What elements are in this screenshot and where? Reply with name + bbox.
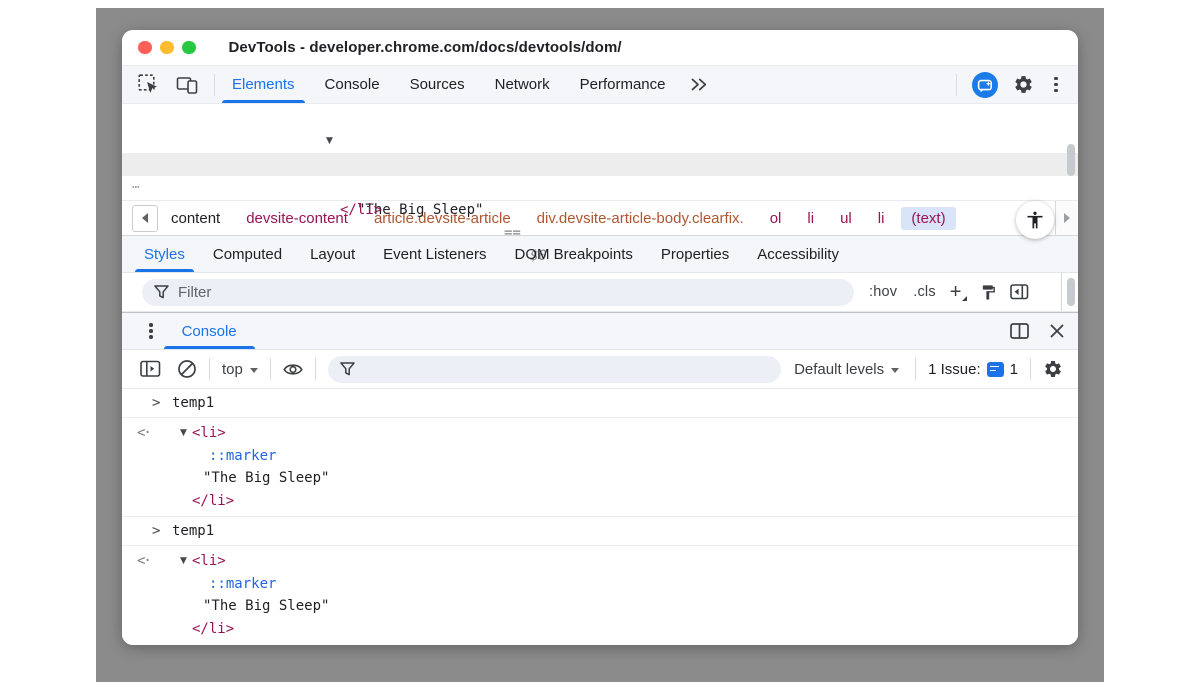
- title-bar: DevTools - developer.chrome.com/docs/dev…: [122, 30, 1078, 66]
- selected-text-node-row[interactable]: ⋯ "The Big Sleep" == $0: [122, 153, 1078, 176]
- styles-filter-input[interactable]: Filter: [142, 279, 854, 306]
- expand-arrow-icon[interactable]: ▼: [180, 550, 187, 573]
- breadcrumb-forward-button[interactable]: [1055, 201, 1078, 235]
- styles-filter-bar: Filter :hov .cls +: [122, 273, 1078, 312]
- minimize-window-button[interactable]: [160, 41, 174, 55]
- close-window-button[interactable]: [138, 41, 152, 55]
- computed-sidebar-toggle-icon[interactable]: [1010, 284, 1029, 300]
- tab-properties[interactable]: Properties: [647, 236, 743, 272]
- tab-network[interactable]: Network: [480, 66, 565, 103]
- tab-elements[interactable]: Elements: [217, 66, 310, 103]
- chevron-down-icon: [891, 368, 899, 373]
- breadcrumb-item-selected[interactable]: (text): [901, 207, 955, 230]
- breadcrumb: content devsite-content article.devsite-…: [122, 200, 1078, 235]
- javascript-context-dropdown[interactable]: top: [222, 361, 258, 378]
- main-menu-kebab-icon[interactable]: [1049, 73, 1063, 97]
- gray-backdrop: DevTools - developer.chrome.com/docs/dev…: [96, 8, 1104, 682]
- funnel-filter-icon: [340, 362, 355, 376]
- chevron-down-icon: [250, 368, 258, 373]
- console-toolbar: top Default levels: [122, 350, 1078, 389]
- toolbar-divider: [214, 74, 215, 96]
- more-tabs-icon[interactable]: [681, 66, 717, 103]
- close-drawer-icon[interactable]: [1050, 324, 1064, 338]
- toolbar-divider: [315, 358, 316, 380]
- console-output: > temp1 <· ▼ <li> ::marker "The Big Slee…: [122, 389, 1078, 645]
- console-input-message: > temp1: [122, 517, 1078, 546]
- page-background: DevTools - developer.chrome.com/docs/dev…: [0, 0, 1200, 690]
- breadcrumb-item[interactable]: div.devsite-article-body.clearfix.: [524, 210, 757, 227]
- zoom-window-button[interactable]: [182, 41, 196, 55]
- toolbar-divider: [209, 358, 210, 380]
- issue-message-icon: [987, 362, 1004, 377]
- input-chevron: >: [152, 517, 160, 546]
- scrollbar-gutter-divider: [1061, 273, 1062, 311]
- tab-accessibility[interactable]: Accessibility: [743, 236, 853, 272]
- devtools-window: DevTools - developer.chrome.com/docs/dev…: [122, 30, 1078, 645]
- main-toolbar: Elements Console Sources Network Perform…: [122, 66, 1078, 104]
- console-settings-gear-icon[interactable]: [1043, 359, 1063, 379]
- styles-pane-tabs: Styles Computed Layout Event Listeners D…: [122, 235, 1078, 273]
- console-sidebar-toggle-icon[interactable]: [140, 360, 161, 378]
- return-value-arrow: <·: [137, 550, 150, 573]
- toolbar-divider: [915, 358, 916, 380]
- tab-computed[interactable]: Computed: [199, 236, 296, 272]
- styles-scrollbar-thumb[interactable]: [1067, 278, 1075, 306]
- clear-console-icon[interactable]: [177, 359, 197, 379]
- live-expression-eye-icon[interactable]: [283, 362, 303, 377]
- drawer-menu-kebab-icon[interactable]: [144, 319, 158, 343]
- expand-arrow-icon[interactable]: ▼: [180, 422, 187, 445]
- console-result-message: <· ▼ <li> ::marker "The Big Sleep" </li>: [122, 546, 1078, 645]
- elements-scrollbar-thumb[interactable]: [1067, 144, 1075, 176]
- split-panel-icon[interactable]: [1010, 323, 1029, 339]
- breadcrumb-item[interactable]: ul: [827, 210, 865, 227]
- chevron-right-icon: [1064, 213, 1070, 223]
- tab-console[interactable]: Console: [310, 66, 395, 103]
- panel-tabs: Elements Console Sources Network Perform…: [217, 66, 681, 103]
- ai-assistant-icon[interactable]: [972, 72, 998, 98]
- console-filter-input[interactable]: [328, 356, 781, 383]
- tab-dom-breakpoints[interactable]: DOM Breakpoints: [501, 236, 647, 272]
- window-title: DevTools - developer.chrome.com/docs/dev…: [229, 39, 622, 56]
- toolbar-divider: [956, 74, 957, 96]
- input-chevron: >: [152, 389, 160, 418]
- traffic-lights: [138, 41, 196, 55]
- tab-layout[interactable]: Layout: [296, 236, 369, 272]
- accessibility-person-icon[interactable]: [1016, 201, 1054, 239]
- li-close-tag[interactable]: </li>: [340, 199, 382, 222]
- filter-placeholder: Filter: [178, 284, 211, 301]
- console-input-message: > temp1: [122, 389, 1078, 418]
- funnel-filter-icon: [154, 285, 169, 299]
- default-levels-dropdown[interactable]: Default levels: [794, 361, 899, 378]
- tab-styles[interactable]: Styles: [130, 236, 199, 272]
- tab-event-listeners[interactable]: Event Listeners: [369, 236, 500, 272]
- element-classes-button[interactable]: .cls: [913, 284, 936, 300]
- tab-performance[interactable]: Performance: [565, 66, 681, 103]
- console-result-message: <· ▼ <li> ::marker "The Big Sleep" </li>: [122, 418, 1078, 517]
- breadcrumb-item[interactable]: ol: [757, 210, 795, 227]
- elements-tree-panel: ▼ <li> ::marker ⋯ "The Big Sleep" == $0 …: [122, 104, 1078, 200]
- issues-counter[interactable]: 1 Issue: 1: [928, 361, 1018, 378]
- inspect-element-icon[interactable]: [138, 74, 160, 96]
- new-style-rule-button[interactable]: +: [950, 282, 968, 302]
- toggle-element-state-button[interactable]: :hov: [869, 284, 897, 300]
- drawer-tab-console[interactable]: Console: [182, 313, 237, 349]
- console-drawer-header: Console: [122, 312, 1078, 350]
- breadcrumb-item[interactable]: li: [794, 210, 827, 227]
- device-toolbar-icon[interactable]: [176, 74, 198, 96]
- toolbar-divider: [1030, 358, 1031, 380]
- breadcrumb-item[interactable]: li: [865, 210, 898, 227]
- paint-brush-icon[interactable]: [980, 284, 997, 301]
- toolbar-divider: [270, 358, 271, 380]
- tab-sources[interactable]: Sources: [395, 66, 480, 103]
- return-value-arrow: <·: [137, 422, 150, 445]
- settings-gear-icon[interactable]: [1013, 74, 1034, 95]
